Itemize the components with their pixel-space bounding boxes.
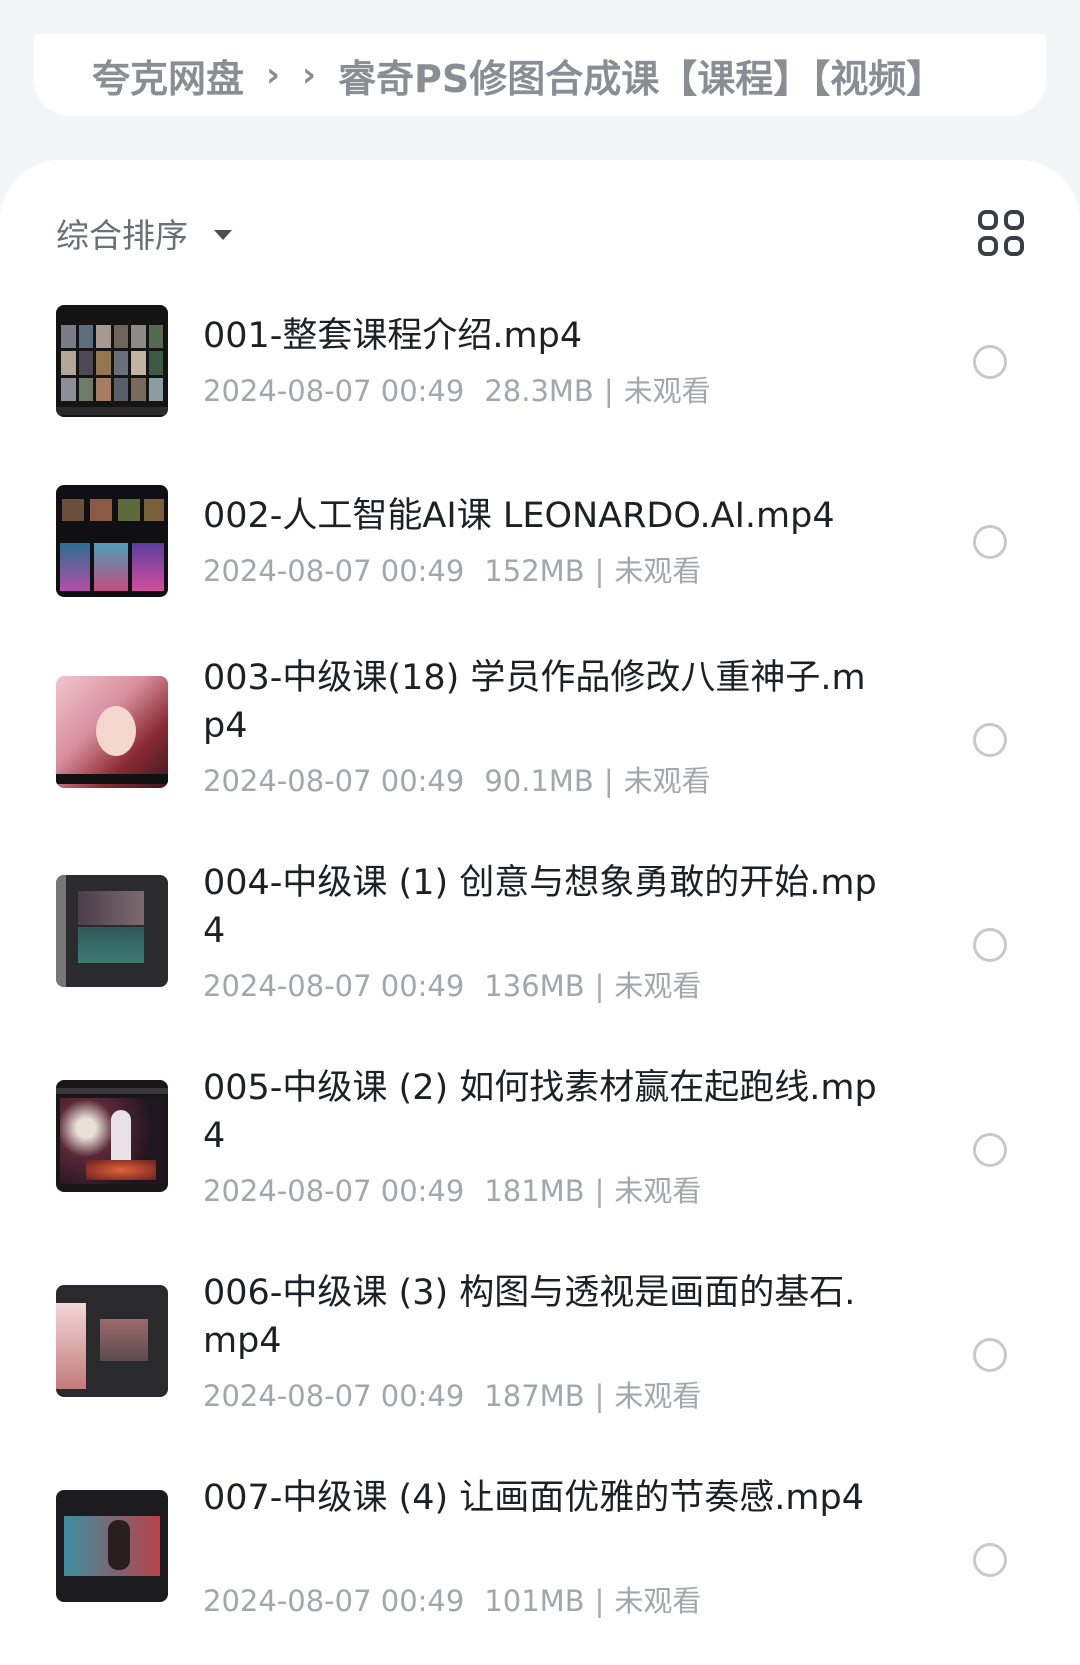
watch-status: 未观看 bbox=[623, 764, 711, 798]
watch-status: 未观看 bbox=[614, 1584, 702, 1618]
meta-divider: | bbox=[594, 969, 605, 1003]
video-thumbnail bbox=[56, 676, 168, 788]
file-time: 2024-08-07 00:49 bbox=[203, 554, 465, 588]
file-name: 007-中级课 (4) 让画面优雅的节奏感.mp4 bbox=[203, 1478, 864, 1518]
meta-divider: | bbox=[594, 1174, 605, 1208]
select-radio[interactable] bbox=[973, 1338, 1007, 1372]
select-radio[interactable] bbox=[973, 928, 1007, 962]
file-time: 2024-08-07 00:49 bbox=[203, 764, 465, 798]
file-meta: 2024-08-07 00:49 90.1MB | 未观看 bbox=[203, 758, 711, 800]
file-size: 152MB bbox=[484, 554, 585, 588]
breadcrumb-current: 睿奇PS修图合成课【课程】【视频】 bbox=[338, 56, 945, 101]
file-size: 28.3MB bbox=[484, 374, 594, 408]
sort-label: 综合排序 bbox=[56, 216, 188, 255]
file-time: 2024-08-07 00:49 bbox=[203, 374, 465, 408]
meta-divider: | bbox=[603, 764, 614, 798]
select-radio[interactable] bbox=[973, 525, 1007, 559]
meta-divider: | bbox=[594, 1584, 605, 1618]
video-thumbnail bbox=[56, 305, 168, 417]
watch-status: 未观看 bbox=[623, 374, 711, 408]
meta-divider: | bbox=[603, 374, 614, 408]
list-item[interactable]: 001-整套课程介绍.mp4 2024-08-07 00:49 28.3MB | 未观… bbox=[0, 290, 1080, 470]
chevron-right-icon: › bbox=[266, 55, 281, 95]
file-name: 002-人工智能AI课 LEONARDO.AI.mp4 bbox=[203, 496, 835, 536]
breadcrumb-root[interactable]: 夸克网盘 bbox=[92, 48, 244, 103]
select-radio[interactable] bbox=[973, 345, 1007, 379]
video-thumbnail bbox=[56, 1285, 168, 1397]
select-radio[interactable] bbox=[973, 1543, 1007, 1577]
file-name: 005-中级课 (2) 如何找素材赢在起跑线.mp4 bbox=[203, 1068, 877, 1156]
file-name: 003-中级课(18) 学员作品修改八重神子.mp4 bbox=[203, 658, 866, 746]
chevron-right-icon: › bbox=[302, 55, 317, 95]
file-time: 2024-08-07 00:49 bbox=[203, 969, 465, 1003]
file-list-sheet: 综合排序 001-整套课程介绍.mp4 2024-08-07 00:49 28.… bbox=[0, 160, 1080, 1665]
file-time: 2024-08-07 00:49 bbox=[203, 1584, 465, 1618]
video-thumbnail bbox=[56, 875, 168, 987]
select-radio[interactable] bbox=[973, 723, 1007, 757]
file-meta: 2024-08-07 00:49 101MB | 未观看 bbox=[203, 1578, 701, 1620]
file-name: 004-中级课 (1) 创意与想象勇敢的开始.mp4 bbox=[203, 863, 877, 951]
file-name: 006-中级课 (3) 构图与透视是画面的基石.mp4 bbox=[203, 1273, 856, 1361]
file-meta: 2024-08-07 00:49 181MB | 未观看 bbox=[203, 1168, 701, 1210]
file-meta: 2024-08-07 00:49 28.3MB | 未观看 bbox=[203, 368, 711, 410]
file-size: 187MB bbox=[484, 1379, 585, 1413]
select-radio[interactable] bbox=[973, 1133, 1007, 1167]
video-thumbnail bbox=[56, 1080, 168, 1192]
watch-status: 未观看 bbox=[614, 1379, 702, 1413]
list-item[interactable]: 002-人工智能AI课 LEONARDO.AI.mp4 2024-08-07 0… bbox=[0, 470, 1080, 650]
file-meta: 2024-08-07 00:49 152MB | 未观看 bbox=[203, 548, 701, 590]
file-meta: 2024-08-07 00:49 187MB | 未观看 bbox=[203, 1373, 701, 1415]
list-item[interactable]: 006-中级课 (3) 构图与透视是画面的基石.mp4 2024-08-07 0… bbox=[0, 1265, 1080, 1445]
video-thumbnail bbox=[56, 1490, 168, 1602]
file-name: 001-整套课程介绍.mp4 bbox=[203, 316, 583, 356]
sort-dropdown[interactable]: 综合排序 bbox=[56, 209, 232, 257]
watch-status: 未观看 bbox=[614, 969, 702, 1003]
file-size: 181MB bbox=[484, 1174, 585, 1208]
breadcrumb: 夸克网盘 › › 睿奇PS修图合成课【课程】【视频】 bbox=[34, 34, 1046, 116]
watch-status: 未观看 bbox=[614, 554, 702, 588]
file-size: 136MB bbox=[484, 969, 585, 1003]
file-meta: 2024-08-07 00:49 136MB | 未观看 bbox=[203, 963, 701, 1005]
file-time: 2024-08-07 00:49 bbox=[203, 1379, 465, 1413]
list-item[interactable]: 003-中级课(18) 学员作品修改八重神子.mp4 2024-08-07 00… bbox=[0, 650, 1080, 830]
file-time: 2024-08-07 00:49 bbox=[203, 1174, 465, 1208]
caret-down-icon bbox=[214, 230, 232, 240]
watch-status: 未观看 bbox=[614, 1174, 702, 1208]
file-browser-screen: 夸克网盘 › › 睿奇PS修图合成课【课程】【视频】 综合排序 001-整套课程… bbox=[0, 0, 1080, 1665]
video-thumbnail bbox=[56, 485, 168, 597]
grid-view-icon[interactable] bbox=[978, 210, 1024, 256]
list-toolbar: 综合排序 bbox=[56, 200, 1024, 266]
meta-divider: | bbox=[594, 554, 605, 588]
file-size: 90.1MB bbox=[484, 764, 594, 798]
list-item[interactable]: 007-中级课 (4) 让画面优雅的节奏感.mp4 2024-08-07 00:… bbox=[0, 1470, 1080, 1650]
file-size: 101MB bbox=[484, 1584, 585, 1618]
list-item[interactable]: 005-中级课 (2) 如何找素材赢在起跑线.mp4 2024-08-07 00… bbox=[0, 1060, 1080, 1240]
meta-divider: | bbox=[594, 1379, 605, 1413]
list-item[interactable]: 004-中级课 (1) 创意与想象勇敢的开始.mp4 2024-08-07 00… bbox=[0, 855, 1080, 1035]
